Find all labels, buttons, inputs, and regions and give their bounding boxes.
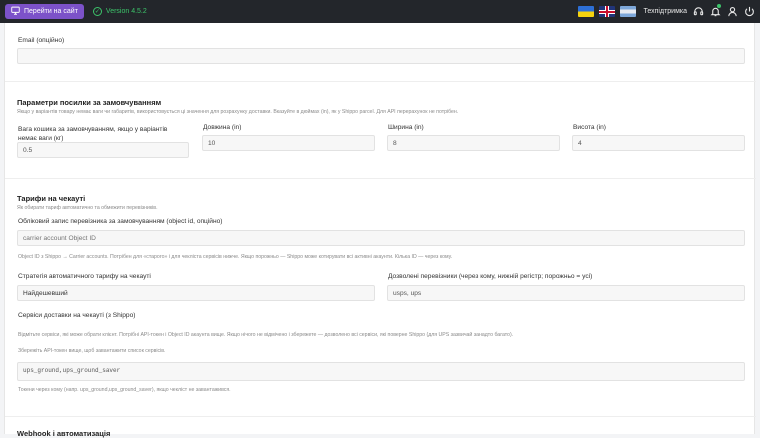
notification-bell-icon[interactable] bbox=[709, 3, 721, 18]
services-hint: Збережіть API-токен вище, щоб завантажит… bbox=[18, 348, 166, 354]
divider bbox=[5, 178, 756, 179]
notification-badge bbox=[717, 3, 721, 8]
width-label: Ширина (in) bbox=[388, 124, 424, 131]
top-bar: Перейти на сайт ✓ Version 4.5.2 Техпідтр… bbox=[0, 0, 760, 23]
length-field[interactable] bbox=[202, 135, 375, 151]
carrier-account-field[interactable] bbox=[17, 230, 745, 246]
services-hint: Відмітьте сервіси, які може обрати клієн… bbox=[18, 332, 514, 338]
height-label: Висота (in) bbox=[573, 124, 606, 131]
rates-hint: Як обирати тариф автоматично та обмежити… bbox=[17, 205, 158, 211]
divider bbox=[5, 416, 756, 417]
flag-language-icon[interactable] bbox=[619, 6, 636, 17]
weight-label-line: Вага кошика за замовчуванням, якщо у вар… bbox=[18, 126, 168, 133]
check-circle-icon: ✓ bbox=[92, 7, 102, 16]
email-field[interactable] bbox=[17, 48, 745, 64]
strategy-label: Стратегія автоматичного тарифу на чекаут… bbox=[18, 273, 151, 280]
settings-panel: Email (опційно) Параметри посилки за зам… bbox=[4, 23, 756, 438]
divider bbox=[5, 81, 756, 82]
parcel-hint: Якщо у варіантів товару немає ваги чи га… bbox=[17, 109, 459, 115]
parcel-heading: Параметри посилки за замовчуванням bbox=[17, 98, 162, 107]
allowed-carriers-label: Дозволені перевізники (через кому, нижні… bbox=[388, 273, 593, 280]
carrier-account-label: Обліковий запис перевізника за замовчува… bbox=[18, 218, 223, 225]
services-textarea[interactable]: ups_ground,ups_ground_saver bbox=[17, 362, 745, 381]
go-to-site-button[interactable]: Перейти на сайт bbox=[5, 4, 84, 19]
support-link[interactable]: Техпідтримка bbox=[644, 8, 687, 15]
user-icon[interactable] bbox=[726, 6, 738, 18]
go-to-site-label: Перейти на сайт bbox=[24, 8, 78, 15]
power-icon[interactable] bbox=[743, 6, 755, 18]
width-field[interactable] bbox=[387, 135, 560, 151]
allowed-carriers-field[interactable] bbox=[387, 285, 745, 301]
carrier-account-hint: Object ID з Shippo → Carrier accounts. П… bbox=[18, 254, 453, 260]
services-label: Сервіси доставки на чекауті (з Shippo) bbox=[18, 312, 136, 319]
services-hint: Токени через кому (напр. ups_ground,ups_… bbox=[18, 387, 231, 393]
monitor-icon bbox=[11, 6, 20, 17]
strategy-select[interactable]: Найдешевший bbox=[17, 285, 375, 301]
weight-field[interactable] bbox=[17, 142, 189, 158]
height-field[interactable] bbox=[572, 135, 745, 151]
headset-icon[interactable] bbox=[692, 6, 704, 18]
length-label: Довжина (in) bbox=[203, 124, 242, 131]
weight-label: Вага кошика за замовчуванням, якщо у вар… bbox=[18, 125, 167, 143]
flag-ukraine-icon[interactable] bbox=[577, 6, 594, 17]
rates-heading: Тарифи на чекауті bbox=[17, 194, 86, 203]
email-label: Email (опційно) bbox=[18, 37, 65, 44]
flag-uk-icon[interactable] bbox=[598, 6, 615, 17]
topbar-tools: Техпідтримка bbox=[577, 3, 755, 18]
version-label: Version 4.5.2 bbox=[105, 8, 147, 15]
version-indicator: ✓ Version 4.5.2 bbox=[92, 7, 147, 16]
